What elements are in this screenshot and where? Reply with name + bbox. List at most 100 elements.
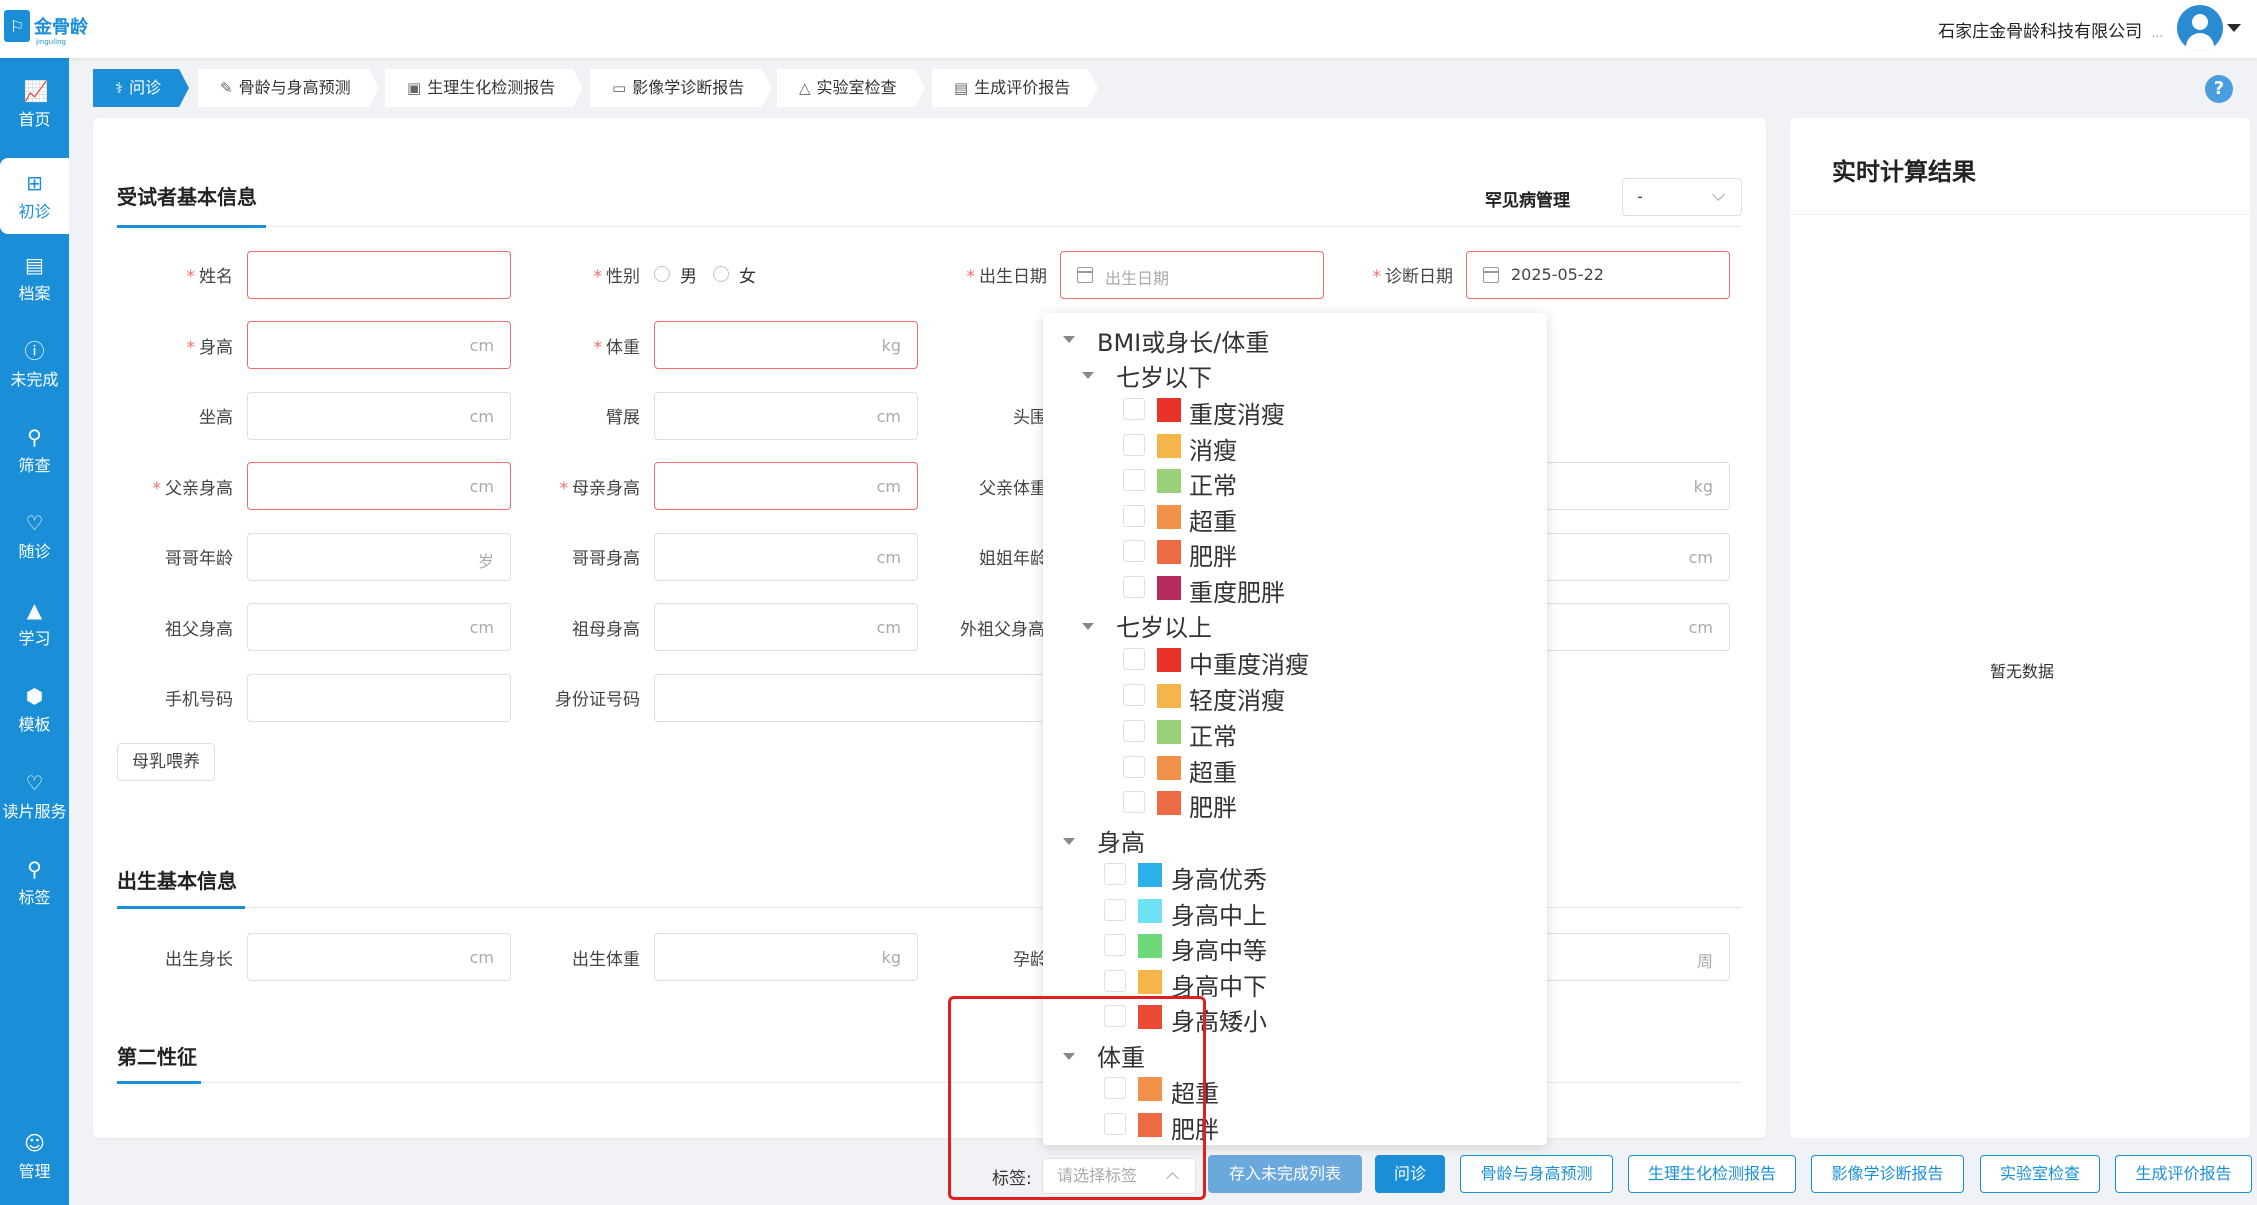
gestational-age-label: 孕龄 [1013,950,1047,970]
sidebar-item-follow-up[interactable]: ♡ 随诊 [0,498,69,574]
expand-arrow-icon[interactable] [1082,372,1094,379]
tree-item-label[interactable]: 身高中下 [1171,967,1267,1002]
expand-arrow-icon[interactable] [1063,336,1075,343]
tree-item-label[interactable]: 身高优秀 [1171,860,1267,895]
tree-item-label[interactable]: 超重 [1189,753,1237,788]
imaging-button[interactable]: 影像学诊断报告 [1811,1155,1964,1193]
weight-input[interactable]: kg [654,321,918,369]
bone-age-button[interactable]: 骨龄与身高预测 [1460,1155,1613,1193]
tab-consult[interactable]: ⚕ 问诊 [93,69,190,107]
tree-item-label[interactable]: 消瘦 [1189,431,1237,466]
breastfeed-button[interactable]: 母乳喂养 [117,743,215,781]
sidebar-item-template[interactable]: ⬢ 模板 [0,671,69,747]
name-input[interactable] [247,251,511,299]
tree-checkbox[interactable] [1123,648,1145,670]
tree-checkbox[interactable] [1104,970,1126,992]
tree-item-label[interactable]: 重度肥胖 [1189,573,1285,608]
tag-select[interactable]: 请选择标签 [1042,1158,1196,1194]
tree-item-label[interactable]: 肥胖 [1189,537,1237,572]
tree-item-label[interactable]: 正常 [1189,466,1237,501]
rare-disease-select[interactable]: - [1622,178,1742,216]
tree-checkbox[interactable] [1104,934,1126,956]
eval-report-button[interactable]: 生成评价报告 [2115,1155,2252,1193]
consult-button[interactable]: 问诊 [1375,1155,1445,1193]
sidebar: 📈 首页 ⊞ 初诊 ▤ 档案 ⓘ 未完成 ⚲ 筛查 ♡ 随诊 ▲ 学习 ⬢ 模板… [0,58,69,1205]
mother-height-input[interactable]: cm [654,462,918,510]
expand-arrow-icon[interactable] [1082,623,1094,630]
birth-length-input[interactable]: cm [247,933,511,981]
tree-checkbox[interactable] [1123,684,1145,706]
grandpa-height-input[interactable]: cm [247,603,511,651]
brother-height-input[interactable]: cm [654,533,918,581]
tree-item-label[interactable]: 超重 [1171,1074,1219,1109]
tree-checkbox[interactable] [1104,863,1126,885]
tree-item-label[interactable]: 轻度消瘦 [1189,681,1285,716]
grandma-height-input[interactable]: cm [654,603,918,651]
save-unfinished-button[interactable]: 存入未完成列表 [1208,1155,1362,1193]
help-icon[interactable]: ? [2205,75,2233,103]
tree-checkbox[interactable] [1104,1113,1126,1135]
sidebar-item-home[interactable]: 📈 首页 [0,66,69,142]
tab-eval-report[interactable]: ▤ 生成评价报告 [932,69,1099,107]
diag-date-input[interactable]: 2025-05-22 [1466,251,1730,299]
tree-checkbox[interactable] [1123,720,1145,742]
phone-input[interactable] [247,674,511,722]
avatar[interactable] [2177,5,2223,51]
sidebar-item-first-visit[interactable]: ⊞ 初诊 [0,158,69,234]
expand-arrow-icon[interactable] [1063,1053,1075,1060]
chart-icon: 📈 [23,79,49,103]
brother-age-input[interactable]: 岁 [247,533,511,581]
tree-item-label[interactable]: 肥胖 [1171,1110,1219,1145]
sitting-height-input[interactable]: cm [247,392,511,440]
arm-span-input[interactable]: cm [654,392,918,440]
tree-checkbox[interactable] [1123,540,1145,562]
tree-item-label[interactable]: 中重度消瘦 [1189,645,1309,680]
tab-biochem[interactable]: ▣ 生理生化检测报告 [385,69,584,107]
lab-button[interactable]: 实验室检查 [1980,1155,2100,1193]
sidebar-item-tags[interactable]: ⚲ 标签 [0,844,69,920]
id-number-input[interactable] [654,674,1054,722]
biochem-button[interactable]: 生理生化检测报告 [1628,1155,1796,1193]
sidebar-item-archive[interactable]: ▤ 档案 [0,240,69,316]
avatar-dropdown-icon[interactable] [2227,24,2241,32]
tree-item-label[interactable]: 身高中上 [1171,896,1267,931]
tree-item-label[interactable]: 身高矮小 [1171,1002,1267,1037]
sidebar-item-learning[interactable]: ▲ 学习 [0,585,69,661]
tree-checkbox[interactable] [1123,398,1145,420]
tree-checkbox[interactable] [1123,505,1145,527]
height-input[interactable]: cm [247,321,511,369]
tree-item-label[interactable]: 肥胖 [1189,788,1237,823]
tab-bone-age[interactable]: ✎ 骨龄与身高预测 [198,69,379,107]
tree-group-height[interactable]: 身高 [1097,823,1145,858]
tree-item-label[interactable]: 重度消瘦 [1189,395,1285,430]
tree-subgroup-over7[interactable]: 七岁以上 [1116,608,1212,643]
company-name: 石家庄金骨龄科技有限公司 ... [1938,17,2163,42]
birth-weight-input[interactable]: kg [654,933,918,981]
gender-male-radio[interactable] [654,266,670,282]
birth-date-input[interactable]: 出生日期 [1060,251,1324,299]
tree-checkbox[interactable] [1104,1005,1126,1027]
tab-lab[interactable]: △ 实验室检查 [777,69,925,107]
tab-imaging[interactable]: ▭ 影像学诊断报告 [590,69,773,107]
tree-subgroup-under7[interactable]: 七岁以下 [1116,358,1212,393]
tree-item-label[interactable]: 超重 [1189,502,1237,537]
sidebar-item-admin[interactable]: ☺ 管理 [0,1118,69,1194]
tree-item-label[interactable]: 身高中等 [1171,931,1267,966]
father-height-input[interactable]: cm [247,462,511,510]
sidebar-item-screening[interactable]: ⚲ 筛查 [0,412,69,488]
tree-checkbox[interactable] [1123,791,1145,813]
tree-group-weight[interactable]: 体重 [1097,1038,1145,1073]
tree-item-label[interactable]: 正常 [1189,717,1237,752]
logo[interactable]: ⚐ 金骨龄 jinguling [4,8,104,46]
tree-checkbox[interactable] [1104,899,1126,921]
tree-checkbox[interactable] [1104,1077,1126,1099]
tree-checkbox[interactable] [1123,469,1145,491]
expand-arrow-icon[interactable] [1063,838,1075,845]
tree-checkbox[interactable] [1123,434,1145,456]
tree-group-bmi[interactable]: BMI或身长/体重 [1097,323,1269,358]
sidebar-item-unfinished[interactable]: ⓘ 未完成 [0,326,69,402]
tree-checkbox[interactable] [1123,576,1145,598]
tree-checkbox[interactable] [1123,756,1145,778]
sidebar-item-reading-service[interactable]: ♡ 读片服务 [0,758,69,834]
gender-female-radio[interactable] [713,266,729,282]
